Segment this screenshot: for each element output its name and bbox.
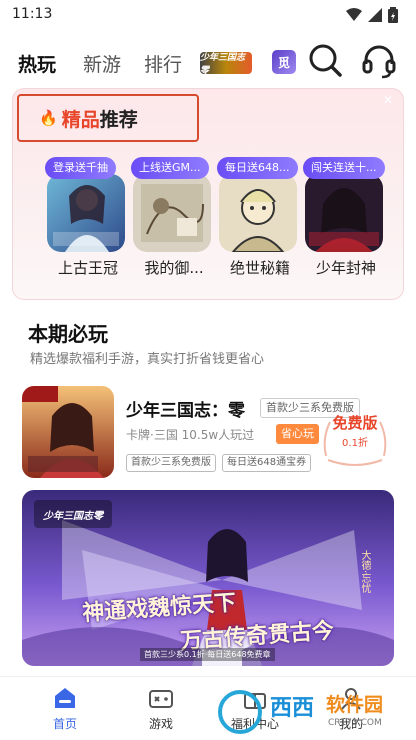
- game-promo-tag: 登录送千抽: [45, 157, 116, 179]
- game-name: 绝世秘籍: [229, 259, 290, 277]
- bottom-nav-label: 首页: [52, 717, 77, 731]
- bottom-nav-label: 游戏: [148, 717, 173, 731]
- tab-new[interactable]: 新游: [83, 50, 121, 77]
- customer-service-button[interactable]: [360, 42, 398, 80]
- bottom-nav-games[interactable]: 游戏: [126, 685, 196, 732]
- status-time: 11:13: [12, 6, 53, 22]
- recommend-title: 推荐: [99, 108, 138, 131]
- status-bar: 11:13: [0, 0, 416, 30]
- game-promo-tag: 闯关连送十...: [303, 157, 385, 179]
- game-logo-shortcut[interactable]: 少年三国志零: [200, 52, 252, 76]
- banner-side-text: 大德·忘忧: [359, 550, 370, 594]
- tab-rank[interactable]: 排行: [144, 50, 182, 77]
- featured-game-badge: 省心玩: [276, 424, 319, 444]
- app-logo-shortcut[interactable]: 觅: [272, 50, 296, 74]
- featured-game-tags: 首款少三系免费版 每日送648通宝券: [126, 454, 312, 472]
- search-icon: [309, 44, 342, 77]
- watermark-logo-icon: [218, 690, 262, 734]
- wifi-icon: [346, 8, 362, 21]
- bottom-nav-home[interactable]: 首页: [30, 685, 100, 732]
- game-icon: [133, 174, 211, 252]
- free-version-title: 免费版: [332, 414, 378, 432]
- featured-game-icon: [22, 386, 114, 478]
- promo-banner[interactable]: 少年三国志零 神通戏魏惊天下 万古传奇贯古今 大德·忘忧 首款三少系0.1折·每…: [22, 490, 394, 666]
- featured-game-tag: 每日送648通宝券: [222, 454, 312, 472]
- game-icon: [305, 174, 383, 252]
- recommend-title-highlight: 精品: [61, 108, 100, 131]
- search-button[interactable]: [306, 42, 344, 80]
- headset-icon: [362, 45, 396, 79]
- game-name: 我的御...: [144, 259, 204, 277]
- battery-icon: [388, 7, 398, 23]
- game-name: 少年封神: [315, 259, 376, 277]
- gamepad-icon: [149, 690, 173, 708]
- featured-game-meta: 卡牌·三国 10.5w人玩过: [126, 428, 255, 442]
- banner-footnote: 首款三少系0.1折·每日送648免费章: [140, 648, 275, 661]
- game-name: 上古王冠: [57, 259, 118, 277]
- recommend-card: 🔥 精品 推荐 ✕ 登录送千抽 上古王冠 上线送GM... 我的御... 每日送…: [12, 88, 404, 300]
- banner-game-logo: 少年三国志零: [34, 500, 112, 528]
- status-icons: [346, 7, 398, 23]
- home-icon: [55, 688, 75, 708]
- featured-game-row[interactable]: 少年三国志：零 首款少三系免费版 卡牌·三国 10.5w人玩过 省心玩 免费版 …: [22, 386, 402, 482]
- signal-icon: [368, 8, 382, 22]
- section-subtitle: 精选爆款福利手游，真实打折省钱更省心: [30, 352, 265, 367]
- site-watermark: 西西 软件园 CR173.COM: [214, 686, 414, 738]
- game-promo-tag: 上线送GM...: [131, 157, 209, 179]
- game-icon: [219, 174, 297, 252]
- flame-icon: 🔥: [39, 109, 58, 127]
- top-nav: 热玩 新游 排行 少年三国志零 觅: [0, 36, 416, 88]
- tab-hot[interactable]: 热玩: [18, 50, 56, 77]
- featured-game-tag: 首款少三系免费版: [126, 454, 216, 472]
- game-icon: [47, 174, 125, 252]
- free-version-discount: 0.1折: [342, 438, 368, 449]
- section-title: 本期必玩: [28, 322, 108, 346]
- watermark-url: CR173.COM: [328, 718, 382, 728]
- watermark-text: 西西: [270, 696, 315, 721]
- watermark-text: 软件园: [326, 694, 384, 716]
- close-icon[interactable]: ✕: [383, 93, 393, 107]
- game-promo-tag: 每日送648...: [217, 157, 298, 179]
- free-version-stamp: 免费版 0.1折: [320, 408, 390, 468]
- recommend-header: 🔥 精品 推荐: [17, 94, 199, 142]
- featured-game-name: 少年三国志：零: [126, 401, 245, 421]
